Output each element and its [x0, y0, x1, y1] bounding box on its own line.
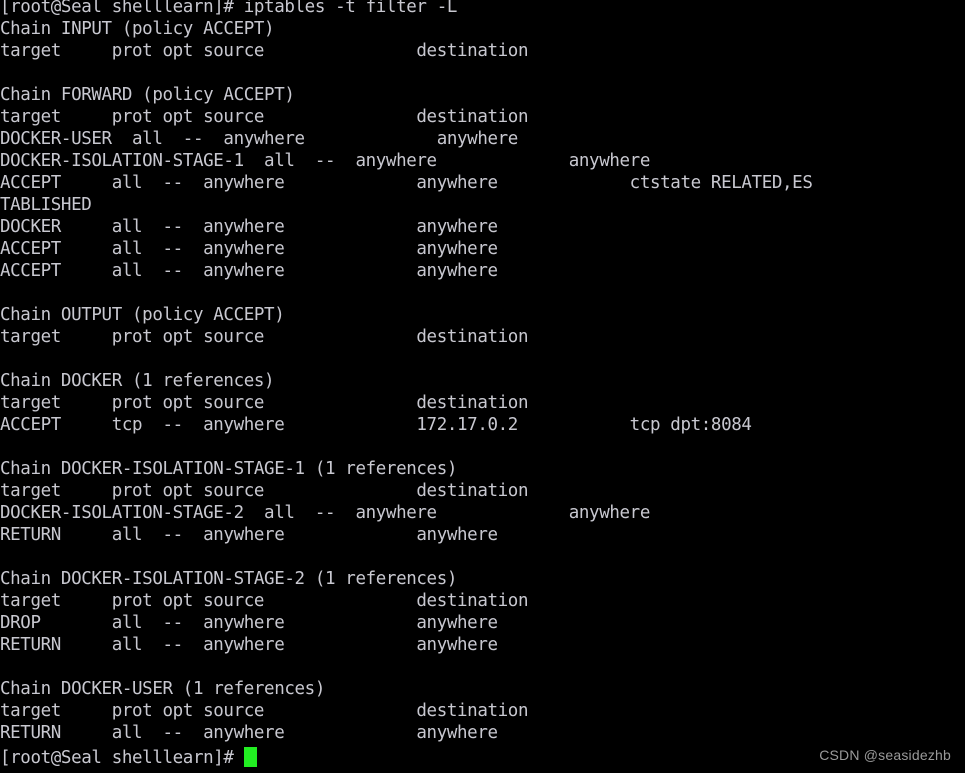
terminal-line: RETURN all -- anywhere anywhere: [0, 723, 498, 743]
terminal-line: RETURN all -- anywhere anywhere: [0, 635, 498, 655]
shell-prompt: [root@Seal shelllearn]#: [0, 748, 244, 768]
terminal-line: Chain DOCKER-USER (1 references): [0, 679, 325, 699]
terminal-line: DOCKER-ISOLATION-STAGE-1 all -- anywhere…: [0, 151, 650, 171]
watermark-label: CSDN @seasidezhb: [819, 747, 951, 763]
terminal-line: target prot opt source destination: [0, 591, 529, 611]
terminal-line: RETURN all -- anywhere anywhere: [0, 525, 498, 545]
terminal-line: DOCKER-ISOLATION-STAGE-2 all -- anywhere…: [0, 503, 650, 523]
terminal-line: ACCEPT all -- anywhere anywhere ctstate …: [0, 173, 813, 193]
terminal-prompt-line[interactable]: [root@Seal shelllearn]#: [0, 747, 257, 769]
terminal-line: target prot opt source destination: [0, 327, 529, 347]
terminal-line: target prot opt source destination: [0, 481, 529, 501]
terminal-output-area: [root@Seal shelllearn]# iptables -t filt…: [0, 0, 965, 744]
terminal-line: Chain DOCKER-ISOLATION-STAGE-1 (1 refere…: [0, 459, 458, 479]
terminal-line: TABLISHED: [0, 195, 92, 215]
terminal-line: target prot opt source destination: [0, 107, 529, 127]
terminal-line: target prot opt source destination: [0, 701, 529, 721]
terminal-line: DOCKER all -- anywhere anywhere: [0, 217, 498, 237]
terminal-line: Chain FORWARD (policy ACCEPT): [0, 85, 295, 105]
text-cursor[interactable]: [243, 747, 257, 767]
terminal-line: Chain DOCKER-ISOLATION-STAGE-2 (1 refere…: [0, 569, 458, 589]
terminal-line: target prot opt source destination: [0, 41, 529, 61]
terminal-line: Chain OUTPUT (policy ACCEPT): [0, 305, 285, 325]
terminal-line: ACCEPT all -- anywhere anywhere: [0, 239, 498, 259]
terminal-line: ACCEPT all -- anywhere anywhere: [0, 261, 498, 281]
terminal-line: DROP all -- anywhere anywhere: [0, 613, 498, 633]
terminal-line: DOCKER-USER all -- anywhere anywhere: [0, 129, 518, 149]
terminal-line: ACCEPT tcp -- anywhere 172.17.0.2 tcp dp…: [0, 415, 752, 435]
terminal-line: [root@Seal shelllearn]# iptables -t filt…: [0, 0, 458, 17]
terminal-line: Chain DOCKER (1 references): [0, 371, 275, 391]
terminal-line: Chain INPUT (policy ACCEPT): [0, 19, 275, 39]
terminal-line: target prot opt source destination: [0, 393, 529, 413]
terminal-window[interactable]: [root@Seal shelllearn]# iptables -t filt…: [0, 0, 965, 773]
